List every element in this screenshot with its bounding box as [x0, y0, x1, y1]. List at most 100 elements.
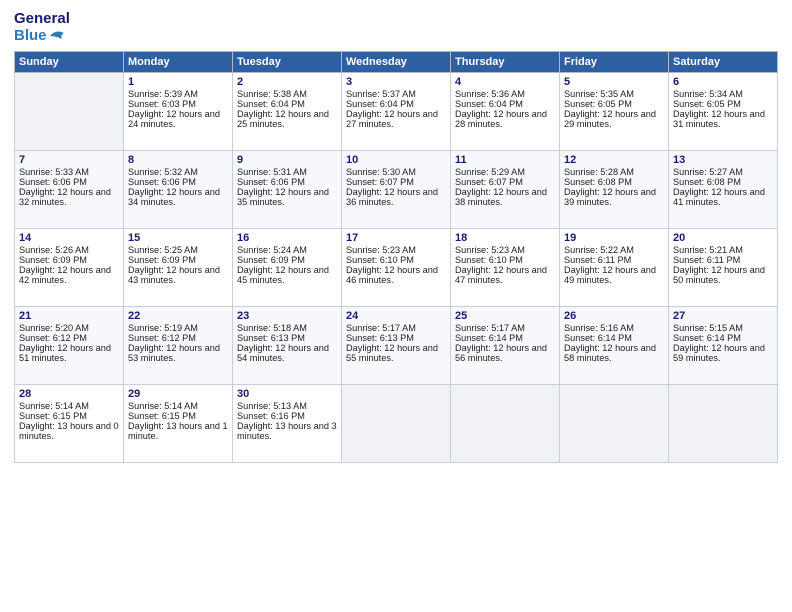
daylight-text: Daylight: 12 hours and 49 minutes. — [564, 265, 656, 285]
sunset-text: Sunset: 6:08 PM — [673, 177, 741, 187]
sunset-text: Sunset: 6:04 PM — [237, 99, 305, 109]
sunrise-text: Sunrise: 5:26 AM — [19, 245, 89, 255]
sunset-text: Sunset: 6:16 PM — [237, 411, 305, 421]
sunrise-text: Sunrise: 5:15 AM — [673, 323, 743, 333]
day-number: 14 — [19, 232, 119, 244]
day-cell — [451, 384, 560, 462]
day-number: 7 — [19, 154, 119, 166]
sunrise-text: Sunrise: 5:29 AM — [455, 167, 525, 177]
daylight-text: Daylight: 12 hours and 58 minutes. — [564, 343, 656, 363]
day-cell: 16 Sunrise: 5:24 AM Sunset: 6:09 PM Dayl… — [233, 228, 342, 306]
day-cell: 11 Sunrise: 5:29 AM Sunset: 6:07 PM Dayl… — [451, 150, 560, 228]
sunset-text: Sunset: 6:07 PM — [346, 177, 414, 187]
day-cell: 7 Sunrise: 5:33 AM Sunset: 6:06 PM Dayli… — [15, 150, 124, 228]
day-cell: 6 Sunrise: 5:34 AM Sunset: 6:05 PM Dayli… — [669, 72, 778, 150]
sunrise-text: Sunrise: 5:30 AM — [346, 167, 416, 177]
sunrise-text: Sunrise: 5:21 AM — [673, 245, 743, 255]
logo-blue: Blue — [14, 27, 66, 44]
sunset-text: Sunset: 6:04 PM — [455, 99, 523, 109]
sunset-text: Sunset: 6:14 PM — [455, 333, 523, 343]
day-number: 30 — [237, 388, 337, 400]
sunset-text: Sunset: 6:09 PM — [19, 255, 87, 265]
daylight-text: Daylight: 12 hours and 24 minutes. — [128, 109, 220, 129]
sunrise-text: Sunrise: 5:23 AM — [346, 245, 416, 255]
sunrise-text: Sunrise: 5:16 AM — [564, 323, 634, 333]
day-cell: 2 Sunrise: 5:38 AM Sunset: 6:04 PM Dayli… — [233, 72, 342, 150]
day-cell: 14 Sunrise: 5:26 AM Sunset: 6:09 PM Dayl… — [15, 228, 124, 306]
daylight-text: Daylight: 12 hours and 35 minutes. — [237, 187, 329, 207]
week-row-5: 28 Sunrise: 5:14 AM Sunset: 6:15 PM Dayl… — [15, 384, 778, 462]
day-number: 8 — [128, 154, 228, 166]
daylight-text: Daylight: 13 hours and 0 minutes. — [19, 421, 119, 441]
header: General Blue — [14, 10, 778, 45]
day-cell — [669, 384, 778, 462]
daylight-text: Daylight: 12 hours and 29 minutes. — [564, 109, 656, 129]
logo-general: General — [14, 10, 70, 27]
daylight-text: Daylight: 12 hours and 31 minutes. — [673, 109, 765, 129]
daylight-text: Daylight: 12 hours and 32 minutes. — [19, 187, 111, 207]
daylight-text: Daylight: 12 hours and 56 minutes. — [455, 343, 547, 363]
week-row-1: 1 Sunrise: 5:39 AM Sunset: 6:03 PM Dayli… — [15, 72, 778, 150]
day-number: 20 — [673, 232, 773, 244]
logo: General Blue — [14, 10, 70, 45]
daylight-text: Daylight: 12 hours and 51 minutes. — [19, 343, 111, 363]
day-number: 24 — [346, 310, 446, 322]
day-cell: 28 Sunrise: 5:14 AM Sunset: 6:15 PM Dayl… — [15, 384, 124, 462]
sunset-text: Sunset: 6:09 PM — [128, 255, 196, 265]
daylight-text: Daylight: 12 hours and 38 minutes. — [455, 187, 547, 207]
sunset-text: Sunset: 6:06 PM — [237, 177, 305, 187]
sunrise-text: Sunrise: 5:14 AM — [19, 401, 89, 411]
day-cell: 20 Sunrise: 5:21 AM Sunset: 6:11 PM Dayl… — [669, 228, 778, 306]
sunrise-text: Sunrise: 5:35 AM — [564, 89, 634, 99]
daylight-text: Daylight: 12 hours and 53 minutes. — [128, 343, 220, 363]
sunrise-text: Sunrise: 5:17 AM — [455, 323, 525, 333]
day-number: 28 — [19, 388, 119, 400]
sunrise-text: Sunrise: 5:14 AM — [128, 401, 198, 411]
col-header-saturday: Saturday — [669, 51, 778, 72]
day-cell: 18 Sunrise: 5:23 AM Sunset: 6:10 PM Dayl… — [451, 228, 560, 306]
day-number: 19 — [564, 232, 664, 244]
day-cell: 22 Sunrise: 5:19 AM Sunset: 6:12 PM Dayl… — [124, 306, 233, 384]
daylight-text: Daylight: 12 hours and 34 minutes. — [128, 187, 220, 207]
day-cell — [342, 384, 451, 462]
daylight-text: Daylight: 12 hours and 54 minutes. — [237, 343, 329, 363]
sunrise-text: Sunrise: 5:36 AM — [455, 89, 525, 99]
day-number: 3 — [346, 76, 446, 88]
sunrise-text: Sunrise: 5:22 AM — [564, 245, 634, 255]
sunset-text: Sunset: 6:11 PM — [564, 255, 631, 265]
sunrise-text: Sunrise: 5:17 AM — [346, 323, 416, 333]
day-cell: 26 Sunrise: 5:16 AM Sunset: 6:14 PM Dayl… — [560, 306, 669, 384]
day-number: 27 — [673, 310, 773, 322]
day-number: 1 — [128, 76, 228, 88]
day-cell: 13 Sunrise: 5:27 AM Sunset: 6:08 PM Dayl… — [669, 150, 778, 228]
main-container: General Blue SundayMondayTuesdayWednesda… — [0, 0, 792, 473]
day-number: 23 — [237, 310, 337, 322]
day-number: 9 — [237, 154, 337, 166]
sunrise-text: Sunrise: 5:19 AM — [128, 323, 198, 333]
day-cell: 9 Sunrise: 5:31 AM Sunset: 6:06 PM Dayli… — [233, 150, 342, 228]
sunrise-text: Sunrise: 5:28 AM — [564, 167, 634, 177]
col-header-sunday: Sunday — [15, 51, 124, 72]
sunset-text: Sunset: 6:11 PM — [673, 255, 740, 265]
day-cell: 24 Sunrise: 5:17 AM Sunset: 6:13 PM Dayl… — [342, 306, 451, 384]
day-number: 26 — [564, 310, 664, 322]
sunrise-text: Sunrise: 5:37 AM — [346, 89, 416, 99]
sunset-text: Sunset: 6:14 PM — [673, 333, 741, 343]
week-row-4: 21 Sunrise: 5:20 AM Sunset: 6:12 PM Dayl… — [15, 306, 778, 384]
sunset-text: Sunset: 6:07 PM — [455, 177, 523, 187]
logo-bird-icon — [48, 29, 66, 43]
daylight-text: Daylight: 12 hours and 25 minutes. — [237, 109, 329, 129]
sunset-text: Sunset: 6:15 PM — [128, 411, 196, 421]
day-number: 29 — [128, 388, 228, 400]
col-header-thursday: Thursday — [451, 51, 560, 72]
sunset-text: Sunset: 6:05 PM — [564, 99, 632, 109]
daylight-text: Daylight: 12 hours and 45 minutes. — [237, 265, 329, 285]
sunset-text: Sunset: 6:06 PM — [19, 177, 87, 187]
daylight-text: Daylight: 12 hours and 36 minutes. — [346, 187, 438, 207]
daylight-text: Daylight: 12 hours and 42 minutes. — [19, 265, 111, 285]
daylight-text: Daylight: 12 hours and 50 minutes. — [673, 265, 765, 285]
day-cell: 25 Sunrise: 5:17 AM Sunset: 6:14 PM Dayl… — [451, 306, 560, 384]
sunset-text: Sunset: 6:08 PM — [564, 177, 632, 187]
sunset-text: Sunset: 6:14 PM — [564, 333, 632, 343]
day-cell — [560, 384, 669, 462]
